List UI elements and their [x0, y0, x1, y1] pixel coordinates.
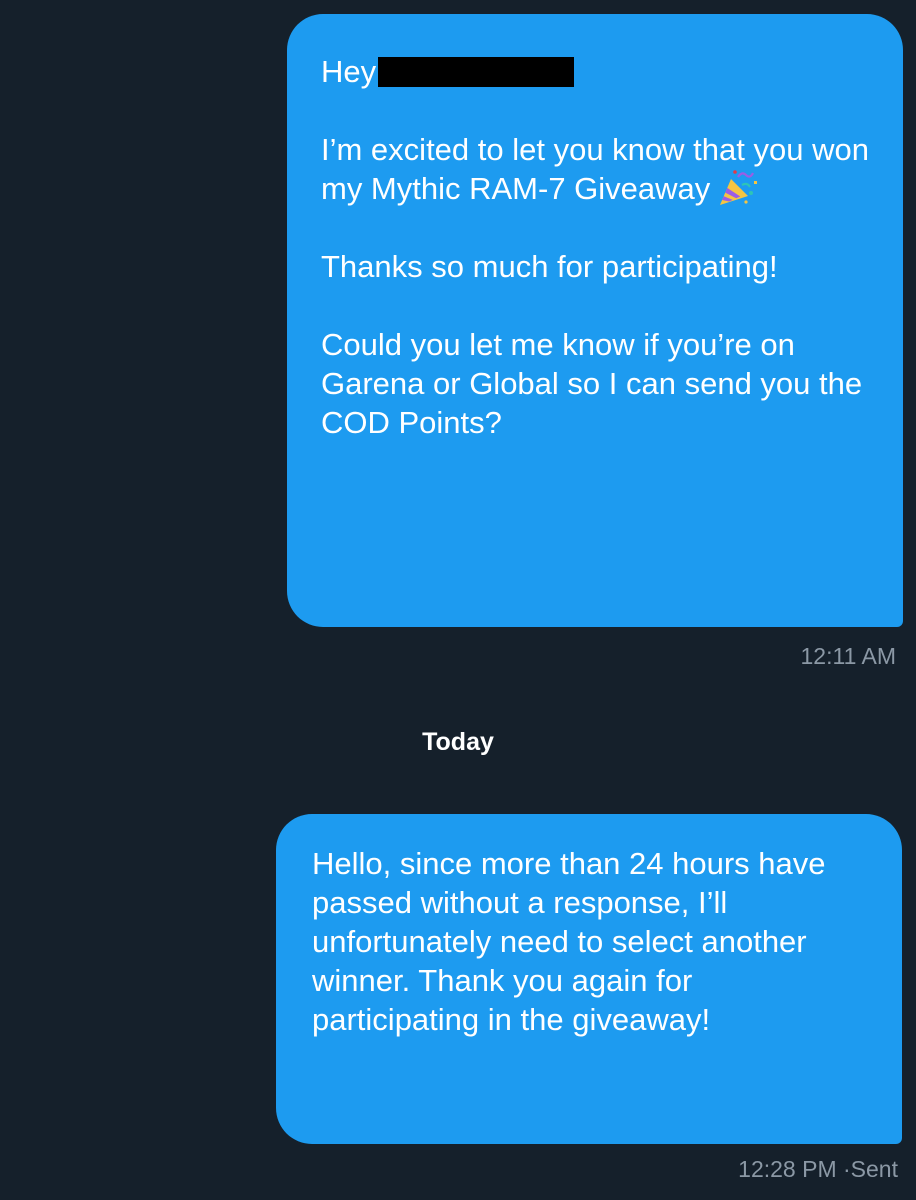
message-paragraph: I’m excited to let you know that you won… [321, 132, 869, 206]
message-timestamp: 12:28 PM [738, 1156, 837, 1182]
day-divider: Today [422, 728, 494, 756]
message-timestamp: 12:11 AM [800, 643, 896, 669]
party-popper-icon [720, 170, 758, 205]
message-text: Hello, since more than 24 hours have pas… [312, 846, 826, 1037]
message-paragraph: Could you let me know if you’re on Garen… [321, 327, 863, 440]
message-bubble-1[interactable]: Hey I’m excited to let you know that you… [287, 14, 903, 627]
message-meta: 12:28 PM ·Sent [738, 1155, 898, 1183]
redacted-name [378, 57, 575, 87]
delivery-status: Sent [850, 1156, 898, 1182]
message-greeting: Hey [321, 52, 869, 91]
meta-separator: · [843, 1156, 851, 1182]
message-bubble-2[interactable]: Hello, since more than 24 hours have pas… [276, 814, 902, 1144]
message-paragraph: Thanks so much for participating! [321, 249, 778, 284]
